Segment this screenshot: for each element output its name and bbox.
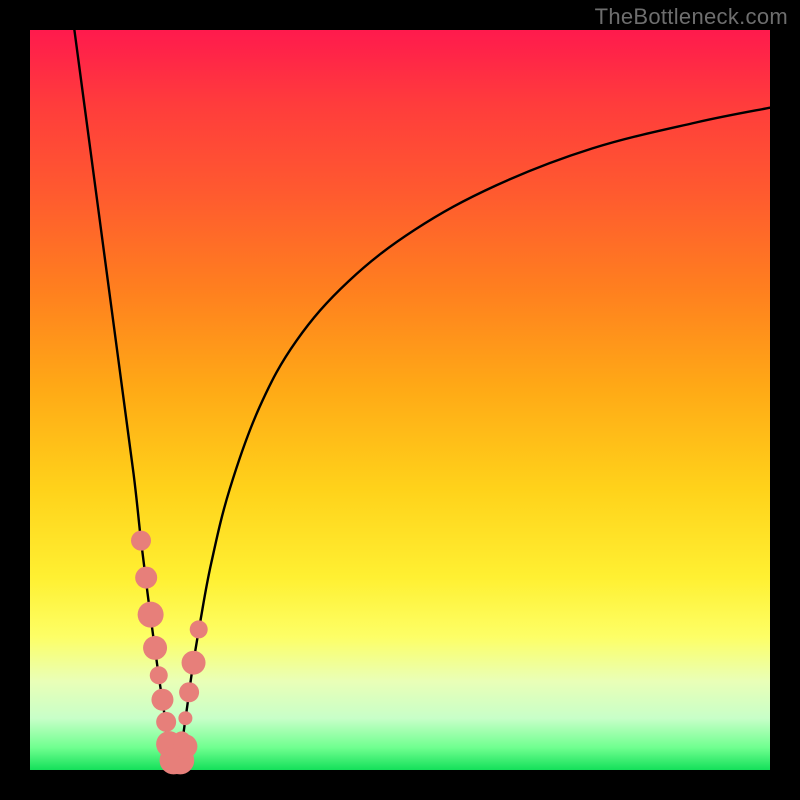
left-bead <box>135 567 157 589</box>
left-bead <box>143 636 167 660</box>
curve-svg <box>30 30 770 770</box>
bottom-bead <box>173 734 197 758</box>
left-bead <box>150 666 168 684</box>
plot-area <box>30 30 770 770</box>
watermark-text: TheBottleneck.com <box>595 4 788 30</box>
left-bead <box>151 689 173 711</box>
left-bead <box>138 602 164 628</box>
bead-markers <box>131 531 208 775</box>
chart-frame: TheBottleneck.com <box>0 0 800 800</box>
right-bead <box>190 620 208 638</box>
right-bead <box>178 711 192 725</box>
left-bead <box>131 531 151 551</box>
right-branch-curve <box>178 108 770 770</box>
right-bead <box>182 651 206 675</box>
right-bead <box>179 682 199 702</box>
left-bead <box>156 712 176 732</box>
